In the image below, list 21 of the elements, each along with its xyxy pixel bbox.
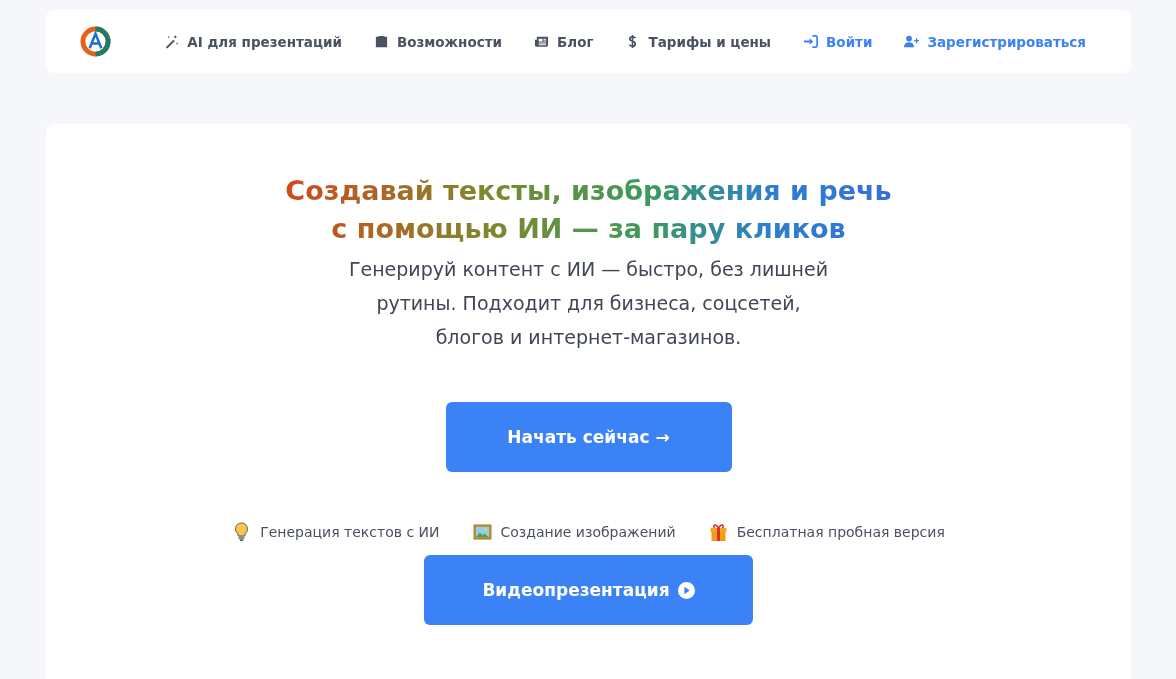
hero-subtitle: Генерируй контент с ИИ — быстро, без лишней рутины. Подходит для бизнеса, соцсетей, блогов и интернет-магазинов. [348, 257, 829, 350]
nav-link[interactable]: Тарифы и цены [625, 33, 772, 50]
nav-link[interactable]: Войти [803, 33, 873, 50]
login-icon [803, 34, 819, 49]
feature-label: Создание изображений [500, 524, 676, 540]
newspaper-icon [533, 34, 549, 49]
start-button[interactable]: Начать сейчас → [445, 402, 732, 472]
briefcase-icon [373, 34, 389, 49]
feature-label: Генерация текстов с ИИ [260, 524, 440, 540]
nav-link[interactable]: AI для презентаций [164, 33, 342, 50]
logo-icon[interactable] [80, 26, 111, 57]
nav-link[interactable]: Блог [533, 33, 594, 50]
nav-link[interactable]: Зарегистрироваться [904, 33, 1086, 50]
framed-picture-icon [472, 522, 492, 542]
feature-label: Бесплатная пробная версия [736, 524, 945, 540]
user-plus-icon [904, 34, 920, 49]
gift-icon [708, 522, 728, 542]
video-button[interactable]: Видеопрезентация [424, 555, 753, 625]
nav-link[interactable]: Возможности [373, 33, 502, 50]
magic-wand-icon [164, 34, 180, 49]
play-icon [677, 581, 695, 599]
